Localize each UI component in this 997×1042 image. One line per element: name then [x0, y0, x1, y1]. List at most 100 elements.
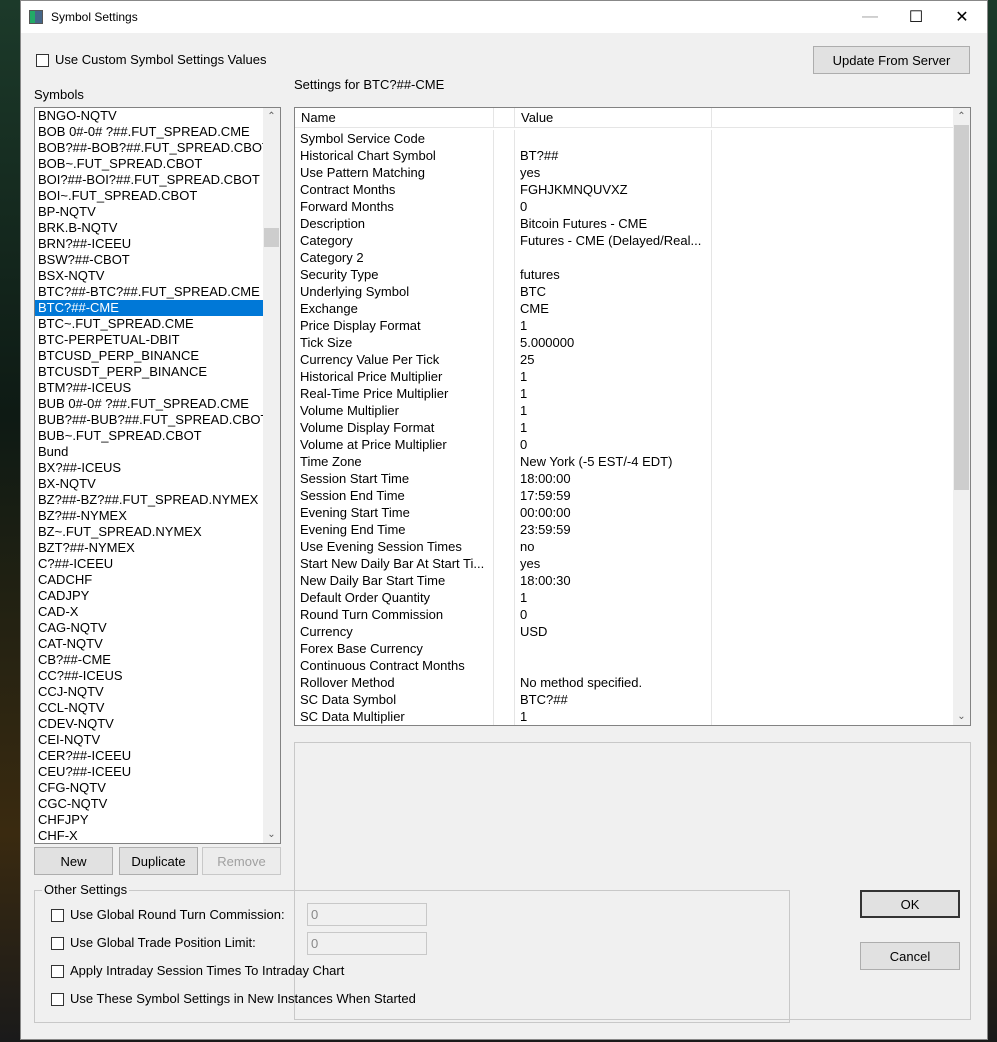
symbol-list-item[interactable]: BX-NQTV [35, 476, 264, 492]
column-header-value[interactable]: Value [515, 108, 712, 127]
setting-value[interactable] [515, 249, 712, 266]
settings-row[interactable]: Category Futures - CME (Delayed/Real... [295, 232, 955, 249]
settings-row[interactable]: Price Display Format 1 [295, 317, 955, 334]
setting-value[interactable]: 1 [515, 385, 712, 402]
symbol-list-item[interactable]: BP-NQTV [35, 204, 264, 220]
symbol-list-item[interactable]: BUB~.FUT_SPREAD.CBOT [35, 428, 264, 444]
symbol-list-item[interactable]: BSX-NQTV [35, 268, 264, 284]
symbol-list-item[interactable]: CEI-NQTV [35, 732, 264, 748]
new-instances-checkbox[interactable]: Use These Symbol Settings in New Instanc… [51, 991, 416, 1007]
setting-value[interactable]: 18:00:30 [515, 572, 712, 589]
checkbox-box[interactable] [36, 54, 49, 68]
symbol-list-item[interactable]: BOB?##-BOB?##.FUT_SPREAD.CBOT [35, 140, 264, 156]
symbol-list-item[interactable]: BUB?##-BUB?##.FUT_SPREAD.CBOT [35, 412, 264, 428]
duplicate-button[interactable]: Duplicate [119, 847, 198, 875]
symbol-list-item[interactable]: BZ?##-NYMEX [35, 508, 264, 524]
symbol-list-item[interactable]: CADJPY [35, 588, 264, 604]
settings-row[interactable]: Category 2 [295, 249, 955, 266]
symbol-list-item[interactable]: BTC?##-CME [35, 300, 264, 316]
settings-row[interactable]: Round Turn Commission 0 [295, 606, 955, 623]
global-position-input[interactable]: 0 [307, 932, 427, 955]
setting-value[interactable]: FGHJKMNQUVXZ [515, 181, 712, 198]
symbol-list-item[interactable]: CEU?##-ICEEU [35, 764, 264, 780]
custom-settings-checkbox[interactable]: Use Custom Symbol Settings Values [36, 52, 266, 68]
setting-value[interactable]: 1 [515, 368, 712, 385]
setting-value[interactable]: BTC?## [515, 691, 712, 708]
symbol-list-item[interactable]: CER?##-ICEEU [35, 748, 264, 764]
checkbox-box[interactable] [51, 965, 64, 979]
setting-value[interactable]: 1 [515, 317, 712, 334]
setting-value[interactable]: 0 [515, 198, 712, 215]
symbol-list-item[interactable]: BOB~.FUT_SPREAD.CBOT [35, 156, 264, 172]
symbol-list-item[interactable]: C?##-ICEEU [35, 556, 264, 572]
setting-value[interactable] [515, 130, 712, 147]
symbol-list-item[interactable]: BOI?##-BOI?##.FUT_SPREAD.CBOT [35, 172, 264, 188]
symbol-list-item[interactable]: BTCUSD_PERP_BINANCE [35, 348, 264, 364]
symbol-list-item[interactable]: BTC~.FUT_SPREAD.CME [35, 316, 264, 332]
symbol-list-item[interactable]: BTCUSDT_PERP_BINANCE [35, 364, 264, 380]
setting-value[interactable]: yes [515, 164, 712, 181]
symbols-list[interactable]: BNGO-NQTV BOB 0#-0# ?##.FUT_SPREAD.CME BOB… [34, 107, 281, 844]
settings-row[interactable]: SC Data Symbol BTC?## [295, 691, 955, 708]
settings-row[interactable]: Time Zone New York (-5 EST/-4 EDT) [295, 453, 955, 470]
settings-row[interactable]: Volume Display Format 1 [295, 419, 955, 436]
setting-value[interactable]: 18:00:00 [515, 470, 712, 487]
settings-row[interactable]: Rollover Method No method specified. [295, 674, 955, 691]
settings-row[interactable]: Volume at Price Multiplier 0 [295, 436, 955, 453]
setting-value[interactable] [515, 657, 712, 674]
setting-value[interactable]: 1 [515, 589, 712, 606]
settings-row[interactable]: Real-Time Price Multiplier 1 [295, 385, 955, 402]
settings-row[interactable]: New Daily Bar Start Time 18:00:30 [295, 572, 955, 589]
settings-row[interactable]: Volume Multiplier 1 [295, 402, 955, 419]
checkbox-box[interactable] [51, 937, 64, 951]
symbol-list-item[interactable]: BZ?##-BZ?##.FUT_SPREAD.NYMEX [35, 492, 264, 508]
settings-row[interactable]: Description Bitcoin Futures - CME [295, 215, 955, 232]
symbol-list-item[interactable]: CDEV-NQTV [35, 716, 264, 732]
symbol-list-item[interactable]: CC?##-ICEUS [35, 668, 264, 684]
setting-value[interactable]: 1 [515, 419, 712, 436]
symbol-list-item[interactable]: BRK.B-NQTV [35, 220, 264, 236]
setting-value[interactable]: 5.000000 [515, 334, 712, 351]
scroll-up-icon[interactable]: ⌃ [953, 108, 970, 125]
settings-row[interactable]: Currency USD [295, 623, 955, 640]
symbol-list-item[interactable]: CAT-NQTV [35, 636, 264, 652]
intraday-session-checkbox[interactable]: Apply Intraday Session Times To Intraday… [51, 963, 344, 979]
setting-value[interactable]: BT?## [515, 147, 712, 164]
column-header-name[interactable]: Name [295, 108, 494, 127]
setting-value[interactable]: Bitcoin Futures - CME [515, 215, 712, 232]
setting-value[interactable]: 1 [515, 402, 712, 419]
settings-row[interactable]: Exchange CME [295, 300, 955, 317]
settings-row[interactable]: Start New Daily Bar At Start Ti... yes [295, 555, 955, 572]
settings-row[interactable]: Session End Time 17:59:59 [295, 487, 955, 504]
remove-button[interactable]: Remove [202, 847, 281, 875]
setting-value[interactable]: USD [515, 623, 712, 640]
maximize-button[interactable]: ☐ [893, 1, 939, 33]
scroll-up-icon[interactable]: ⌃ [263, 108, 280, 125]
settings-row[interactable]: Use Pattern Matching yes [295, 164, 955, 181]
scroll-thumb[interactable] [954, 125, 969, 490]
minimize-button[interactable]: — [847, 1, 893, 33]
setting-value[interactable]: 1 [515, 708, 712, 725]
settings-row[interactable]: Historical Chart Symbol BT?## [295, 147, 955, 164]
ok-button[interactable]: OK [860, 890, 960, 918]
setting-value[interactable]: 25 [515, 351, 712, 368]
checkbox-box[interactable] [51, 993, 64, 1007]
settings-row[interactable]: Tick Size 5.000000 [295, 334, 955, 351]
setting-value[interactable]: 00:00:00 [515, 504, 712, 521]
symbol-list-item[interactable]: CB?##-CME [35, 652, 264, 668]
setting-value[interactable]: 0 [515, 436, 712, 453]
update-from-server-button[interactable]: Update From Server [813, 46, 970, 74]
symbol-list-item[interactable]: CFG-NQTV [35, 780, 264, 796]
setting-value[interactable]: CME [515, 300, 712, 317]
global-position-checkbox[interactable]: Use Global Trade Position Limit: [51, 935, 256, 951]
symbol-list-item[interactable]: BUB 0#-0# ?##.FUT_SPREAD.CME [35, 396, 264, 412]
settings-grid[interactable]: Name Value Symbol Service Code Historical… [294, 107, 971, 726]
setting-value[interactable] [515, 640, 712, 657]
scroll-thumb[interactable] [264, 228, 279, 247]
settings-row[interactable]: Session Start Time 18:00:00 [295, 470, 955, 487]
global-commission-checkbox[interactable]: Use Global Round Turn Commission: [51, 907, 285, 923]
symbol-list-item[interactable]: BOB 0#-0# ?##.FUT_SPREAD.CME [35, 124, 264, 140]
symbols-scrollbar[interactable]: ⌃ ⌄ [263, 108, 280, 843]
setting-value[interactable]: No method specified. [515, 674, 712, 691]
settings-row[interactable]: Forex Base Currency [295, 640, 955, 657]
